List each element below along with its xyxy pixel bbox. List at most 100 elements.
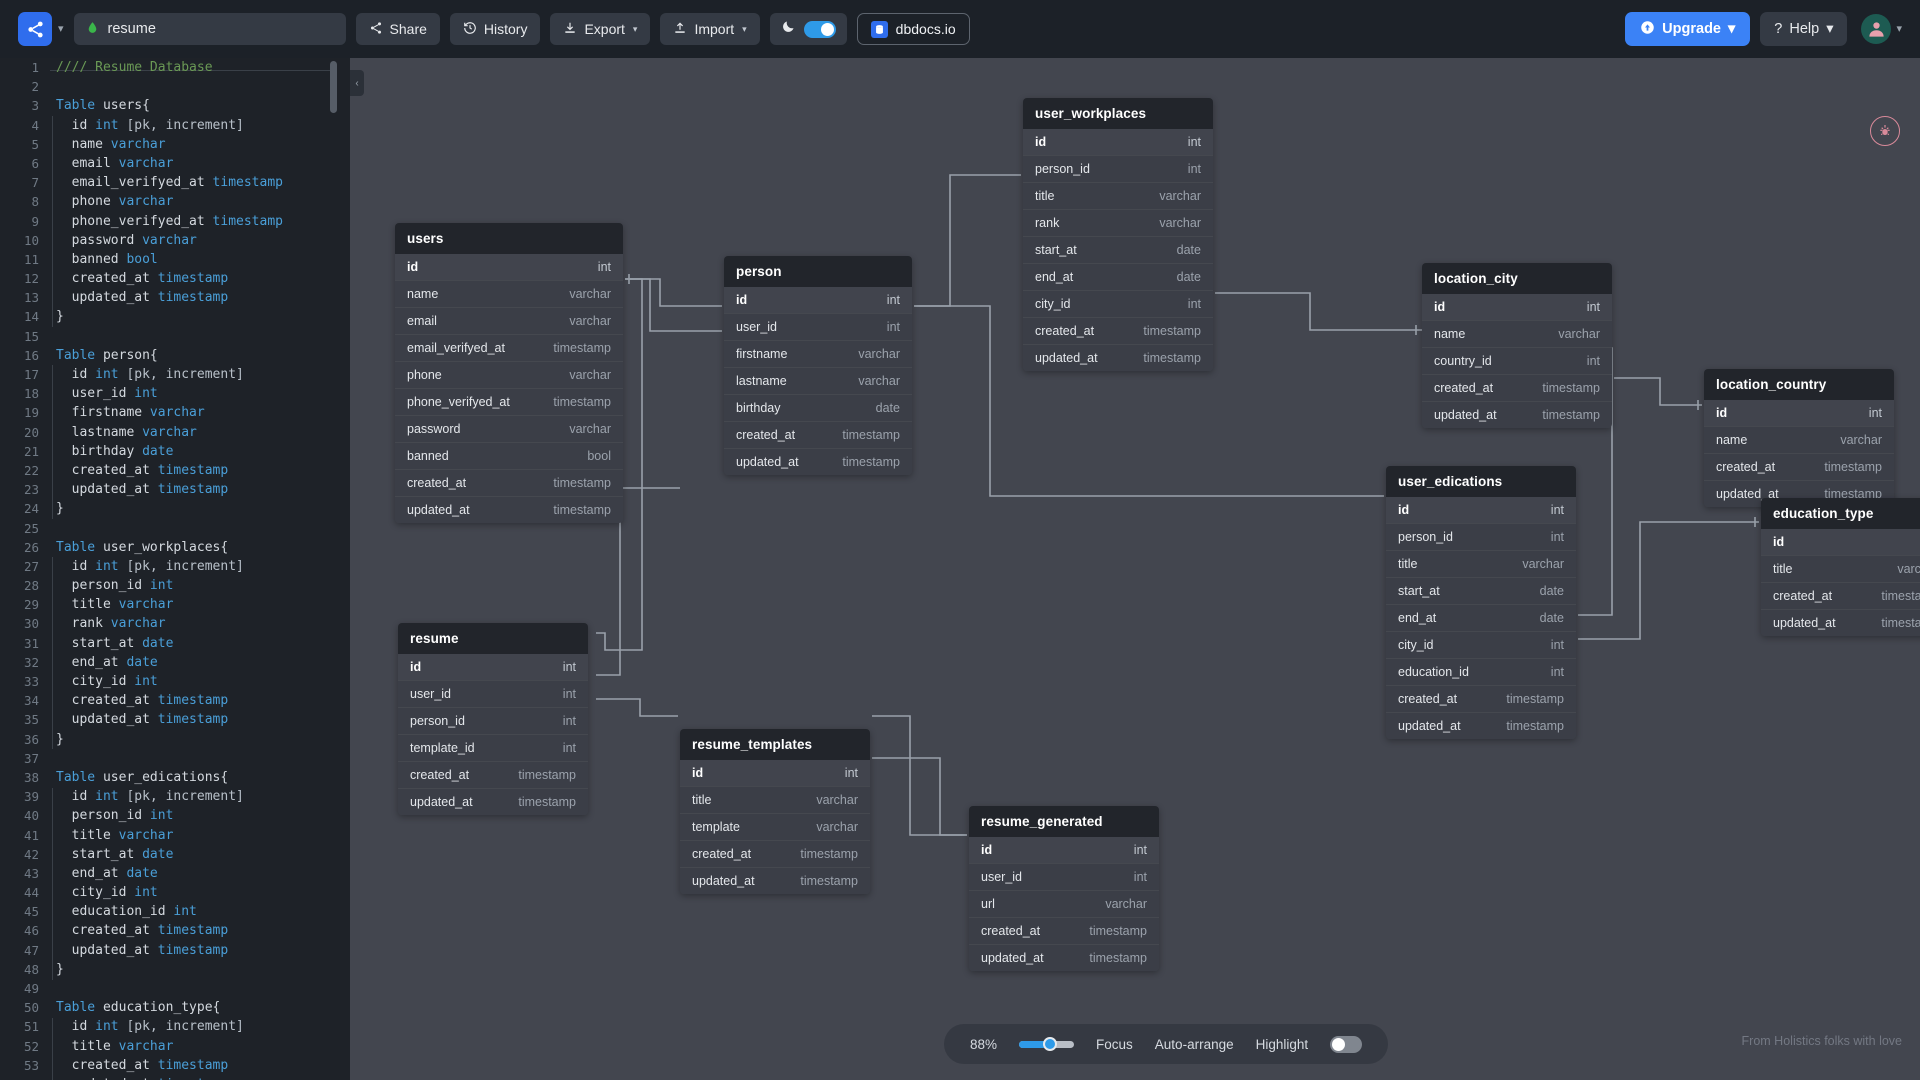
project-name-input[interactable]: resume	[73, 13, 346, 45]
code-line[interactable]	[50, 979, 335, 998]
code-line[interactable]: updated_at timestamp	[50, 480, 335, 499]
code-line[interactable]: Table person{	[50, 346, 335, 365]
table-field-row[interactable]: created_at timestamp	[1761, 583, 1920, 610]
logo-group[interactable]: ▾	[18, 12, 64, 46]
table-field-row[interactable]: updated_at timestamp	[398, 789, 588, 815]
highlight-toggle[interactable]	[1330, 1035, 1363, 1053]
code-line[interactable]: end_at date	[50, 653, 335, 672]
table-field-row[interactable]: idint	[724, 287, 912, 314]
code-line[interactable]: updated_at timestamp	[50, 941, 335, 960]
code-line[interactable]: password varchar	[50, 231, 335, 250]
code-line[interactable]	[50, 519, 335, 538]
code-line[interactable]: id int [pk, increment]	[50, 116, 335, 135]
table-field-row[interactable]: updated_at timestamp	[395, 497, 623, 523]
table-field-row[interactable]: idint	[1704, 400, 1894, 427]
table-field-row[interactable]: end_at date	[1386, 605, 1576, 632]
table-field-row[interactable]: created_at timestamp	[969, 918, 1159, 945]
table-field-row[interactable]: title varchar	[1761, 556, 1920, 583]
table-field-row[interactable]: created_at timestamp	[398, 762, 588, 789]
table-field-row[interactable]: created_at timestamp	[395, 470, 623, 497]
dbml-code-editor[interactable]: 1 2 3 4 5 6 7 8 9 10 11 12 13 14 15 16 17 18 19 20 21 22 23 24 2…	[0, 58, 350, 1080]
table-header[interactable]: resume_generated	[969, 806, 1159, 837]
code-line[interactable]: created_at timestamp	[50, 269, 335, 288]
table-field-row[interactable]: end_at date	[1023, 264, 1213, 291]
dark-mode-toggle[interactable]	[769, 13, 847, 45]
table-card-users[interactable]: users id int name varchar email varchar email_v…	[395, 223, 623, 523]
table-field-row[interactable]: password varchar	[395, 416, 623, 443]
table-header[interactable]: education_type	[1761, 498, 1920, 529]
table-field-row[interactable]: idint	[395, 254, 623, 281]
table-card-education_type[interactable]: education_typeidint title varchar created_a…	[1761, 498, 1920, 636]
code-line[interactable]: Table users{	[50, 96, 335, 115]
code-line[interactable]: email varchar	[50, 154, 335, 173]
focus-button[interactable]: Focus	[1096, 1037, 1133, 1052]
code-line[interactable]: birthday date	[50, 442, 335, 461]
editor-scrollbar[interactable]	[330, 61, 337, 113]
table-field-row[interactable]: title varchar	[680, 787, 870, 814]
table-field-row[interactable]: lastname varchar	[724, 368, 912, 395]
code-line[interactable]: }	[50, 730, 335, 749]
zoom-slider[interactable]	[1019, 1037, 1075, 1051]
table-field-row[interactable]: idint	[1386, 497, 1576, 524]
table-field-row[interactable]: updated_at timestamp	[1422, 402, 1612, 428]
table-field-row[interactable]: created_at timestamp	[1023, 318, 1213, 345]
table-header[interactable]: user_edications	[1386, 466, 1576, 497]
table-field-row[interactable]: city_id int	[1023, 291, 1213, 318]
code-line[interactable]: person_id int	[50, 806, 335, 825]
editor-collapse-button[interactable]: ‹	[350, 70, 364, 96]
code-line[interactable]: start_at date	[50, 845, 335, 864]
code-line[interactable]: }	[50, 307, 335, 326]
table-field-row[interactable]: title varchar	[1023, 183, 1213, 210]
code-line[interactable]	[50, 749, 335, 768]
table-field-row[interactable]: created_at timestamp	[1386, 686, 1576, 713]
table-field-row[interactable]: updated_at timestamp	[1023, 345, 1213, 371]
table-field-row[interactable]: person_id int	[1023, 156, 1213, 183]
bug-report-icon[interactable]	[1870, 116, 1900, 146]
code-line[interactable]: id int [pk, increment]	[50, 557, 335, 576]
export-button[interactable]: Export ▾	[550, 13, 651, 45]
code-line[interactable]: phone varchar	[50, 192, 335, 211]
table-card-person[interactable]: person id int user_id int firstname varchar las…	[724, 256, 912, 475]
code-line[interactable]: title varchar	[50, 1037, 335, 1056]
table-field-row[interactable]: created_at timestamp	[680, 841, 870, 868]
table-header[interactable]: users	[395, 223, 623, 254]
zoom-slider-knob[interactable]	[1043, 1037, 1058, 1051]
account-menu[interactable]: ▾	[1861, 14, 1902, 44]
table-card-resume[interactable]: resume id int user_id int person_id int templat…	[398, 623, 588, 815]
code-line[interactable]: created_at timestamp	[50, 461, 335, 480]
table-field-row[interactable]: idint	[1761, 529, 1920, 556]
table-card-resume_templates[interactable]: resume_templates id int title varchar templat…	[680, 729, 870, 894]
code-line[interactable]: email_verifyed_at timestamp	[50, 173, 335, 192]
code-line[interactable]: created_at timestamp	[50, 921, 335, 940]
code-line[interactable]: Table user_edications{	[50, 768, 335, 787]
table-field-row[interactable]: created_at timestamp	[1422, 375, 1612, 402]
table-field-row[interactable]: email varchar	[395, 308, 623, 335]
table-field-row[interactable]: firstname varchar	[724, 341, 912, 368]
table-header[interactable]: location_city	[1422, 263, 1612, 294]
table-field-row[interactable]: updated_at timestamp	[724, 449, 912, 475]
table-field-row[interactable]: education_id int	[1386, 659, 1576, 686]
code-line[interactable]: updated_at timestamp	[50, 710, 335, 729]
table-field-row[interactable]: banned bool	[395, 443, 623, 470]
code-line[interactable]: end_at date	[50, 864, 335, 883]
history-button[interactable]: History	[449, 13, 541, 45]
code-line[interactable]: user_id int	[50, 384, 335, 403]
table-card-location_country[interactable]: location_country id int name varchar created_…	[1704, 369, 1894, 507]
table-field-row[interactable]: start_at date	[1386, 578, 1576, 605]
editor-code-area[interactable]: //// Resume Database Table users{ id int…	[50, 58, 335, 1080]
code-line[interactable]: Table education_type{	[50, 998, 335, 1017]
table-field-row[interactable]: city_id int	[1386, 632, 1576, 659]
table-field-row[interactable]: template varchar	[680, 814, 870, 841]
code-line[interactable]: Table user_workplaces{	[50, 538, 335, 557]
upgrade-button[interactable]: Upgrade ▾	[1625, 12, 1751, 46]
auto-arrange-button[interactable]: Auto-arrange	[1155, 1037, 1234, 1052]
table-field-row[interactable]: user_id int	[969, 864, 1159, 891]
code-line[interactable]: title varchar	[50, 595, 335, 614]
logo-chevron-down-icon[interactable]: ▾	[58, 23, 64, 35]
code-line[interactable]: id int [pk, increment]	[50, 365, 335, 384]
table-card-location_city[interactable]: location_city id int name varchar country_id i…	[1422, 263, 1612, 428]
table-field-row[interactable]: phone varchar	[395, 362, 623, 389]
code-line[interactable]: lastname varchar	[50, 423, 335, 442]
code-line[interactable]: phone_verifyed_at timestamp	[50, 212, 335, 231]
table-field-row[interactable]: updated_at timestamp	[969, 945, 1159, 971]
